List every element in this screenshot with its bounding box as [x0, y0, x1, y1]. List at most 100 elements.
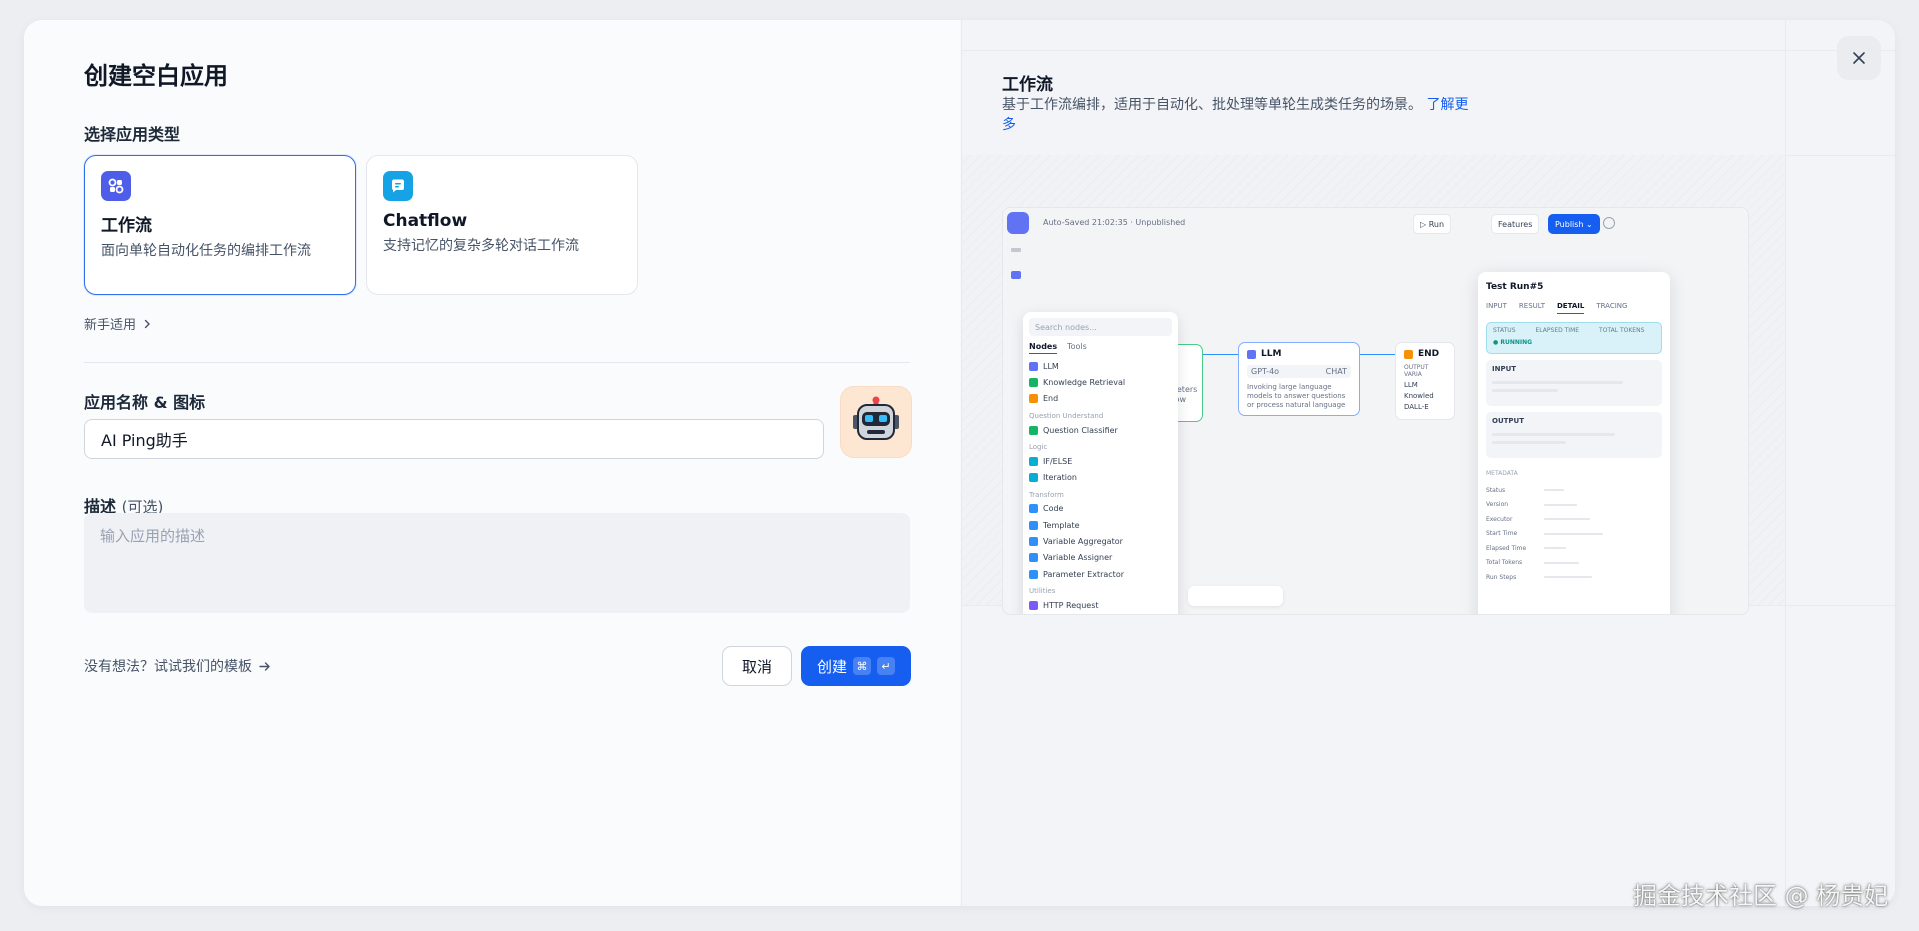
node-item: End — [1029, 391, 1172, 407]
node-item: Variable Assigner — [1029, 550, 1172, 566]
tab-nodes: Nodes — [1029, 342, 1058, 354]
preview-description-text: 基于工作流编排，适用于自动化、批处理等单轮生成类任务的场景。 — [1002, 97, 1422, 113]
metadata-key: Start Time — [1486, 530, 1518, 538]
node-type-icon — [1029, 569, 1038, 579]
app-type-chatflow[interactable]: Chatflow 支持记忆的复杂多轮对话工作流 — [366, 155, 638, 295]
cancel-button[interactable]: 取消 — [722, 646, 792, 686]
status-label: STATUS — [1493, 327, 1516, 334]
metadata-row: Version — [1486, 498, 1662, 513]
node-item-label: LLM — [1043, 361, 1059, 371]
end-node: END OUTPUT VARIA LLM Knowled DALL-E — [1395, 342, 1455, 420]
node-type-icon — [1029, 504, 1038, 514]
tab-tools: Tools — [1067, 342, 1087, 351]
end-node-label: OUTPUT VARIA — [1404, 364, 1429, 378]
node-picker-panel: Search nodes... Nodes Tools LLM Knowledge… — [1023, 312, 1178, 615]
workflow-canvas: Auto-Saved 21:02:35 · Unpublished ▷ Run … — [1002, 207, 1749, 615]
node-item: HTTP Request — [1029, 597, 1172, 613]
watermark: 掘金技术社区 @ 杨贵妃 — [1633, 882, 1889, 910]
llm-mode: CHAT — [1325, 367, 1347, 376]
llm-icon — [1247, 349, 1256, 359]
node-category: Logic — [1029, 443, 1048, 452]
chat-bubble-icon — [383, 171, 413, 201]
node-item-label: Question Classifier — [1043, 425, 1118, 435]
edge-line — [1360, 354, 1395, 355]
tab-tracing: TRACING — [1596, 302, 1628, 310]
llm-node-description: Invoking large language models to answer… — [1247, 383, 1346, 409]
form-panel: 创建空白应用 选择应用类型 工作流 面向单轮自动化任务的编排工作流 Chatfl… — [24, 20, 960, 906]
metadata-key: Status — [1486, 486, 1506, 494]
node-type-icon — [1029, 537, 1038, 547]
beginner-toggle[interactable]: 新手适用 — [84, 314, 152, 333]
input-label: INPUT — [1492, 365, 1517, 373]
metadata-key: Run Steps — [1486, 573, 1517, 581]
preview-description: 基于工作流编排，适用于自动化、批处理等单轮生成类任务的场景。 了解更多 — [1002, 95, 1482, 135]
close-button[interactable] — [1837, 36, 1881, 80]
publish-button: Publish ⌄ — [1548, 214, 1600, 234]
node-item-label: Parameter Extractor — [1043, 569, 1124, 579]
app-type-description: 支持记忆的复杂多轮对话工作流 — [383, 238, 579, 254]
beginner-label: 新手适用 — [84, 318, 137, 333]
metadata-value-placeholder — [1544, 532, 1603, 535]
cmd-key-icon: ⌘ — [853, 657, 871, 675]
node-item-label: Iteration — [1043, 473, 1077, 483]
history-icon — [1603, 217, 1615, 229]
workflow-preview-image: Auto-Saved 21:02:35 · Unpublished ▷ Run … — [962, 155, 1785, 615]
metadata-key: Elapsed Time — [1486, 544, 1527, 552]
edge-line — [1203, 354, 1238, 355]
node-item-label: Template — [1043, 520, 1080, 530]
metadata-row: Start Time — [1486, 527, 1662, 542]
node-type-icon — [1029, 361, 1038, 371]
test-run-title: Test Run#5 — [1486, 282, 1544, 292]
canvas-topbar: Auto-Saved 21:02:35 · Unpublished ▷ Run … — [1003, 208, 1748, 238]
metadata-value-placeholder — [1544, 547, 1566, 550]
test-run-panel: Test Run#5 INPUT RESULT DETAIL TRACING S… — [1478, 272, 1670, 614]
node-item: List Operator — [1029, 614, 1172, 615]
metadata-value-placeholder — [1544, 576, 1592, 579]
canvas-toolbar — [1188, 586, 1283, 606]
end-icon — [1404, 349, 1413, 359]
template-link[interactable]: 没有想法？试试我们的模板 — [84, 656, 271, 676]
node-item-label: Variable Assigner — [1043, 553, 1113, 563]
app-icon-picker[interactable] — [840, 386, 912, 458]
create-button[interactable]: 创建 ⌘ ↵ — [801, 646, 911, 686]
node-item-label: HTTP Request — [1043, 600, 1099, 610]
preview-title: 工作流 — [1002, 75, 1053, 95]
guide-line — [962, 50, 1895, 51]
chevron-right-icon — [144, 319, 151, 328]
description-input[interactable] — [84, 513, 910, 613]
node-item-label: Code — [1043, 504, 1064, 514]
metadata-row: Status — [1486, 483, 1662, 498]
llm-model: GPT-4o — [1251, 367, 1280, 376]
metadata-value-placeholder — [1544, 518, 1590, 521]
close-icon — [1853, 52, 1865, 64]
test-run-tabs: INPUT RESULT DETAIL TRACING — [1486, 302, 1662, 314]
node-type-icon — [1029, 553, 1038, 563]
node-item: Variable Aggregator — [1029, 533, 1172, 549]
node-item-label: Variable Aggregator — [1043, 537, 1123, 547]
node-type-icon — [1029, 456, 1038, 466]
node-item: Question Classifier — [1029, 422, 1172, 438]
end-output-row: DALL-E — [1404, 403, 1429, 411]
metadata-key: Total Tokens — [1486, 559, 1523, 567]
preview-panel: 工作流 基于工作流编排，适用于自动化、批处理等单轮生成类任务的场景。 了解更多 … — [961, 20, 1895, 906]
metadata-row: Executor — [1486, 512, 1662, 527]
metadata-rows: Status Version Executor Start Time Elapsed T… — [1486, 483, 1662, 585]
node-item: Iteration — [1029, 469, 1172, 485]
node-item: Code — [1029, 501, 1172, 517]
status-value: ● RUNNING — [1493, 339, 1533, 346]
metadata-row: Elapsed Time — [1486, 541, 1662, 556]
metadata-key: Version — [1486, 501, 1509, 509]
end-output-row: Knowled — [1404, 392, 1434, 400]
workflow-icon — [101, 171, 131, 201]
end-node-title: END — [1418, 349, 1440, 359]
node-list: LLM Knowledge Retrieval End Question Unders… — [1029, 358, 1172, 615]
app-type-description: 面向单轮自动化任务的编排工作流 — [101, 243, 311, 259]
node-type-icon — [1029, 473, 1038, 483]
app-name-input[interactable] — [84, 419, 824, 459]
node-item: Template — [1029, 517, 1172, 533]
output-label: OUTPUT — [1492, 417, 1524, 425]
app-type-workflow[interactable]: 工作流 面向单轮自动化任务的编排工作流 — [84, 155, 356, 295]
node-picker-tabs: Nodes Tools — [1029, 342, 1172, 354]
enter-key-icon: ↵ — [877, 657, 895, 675]
metadata-value-placeholder — [1544, 503, 1577, 506]
